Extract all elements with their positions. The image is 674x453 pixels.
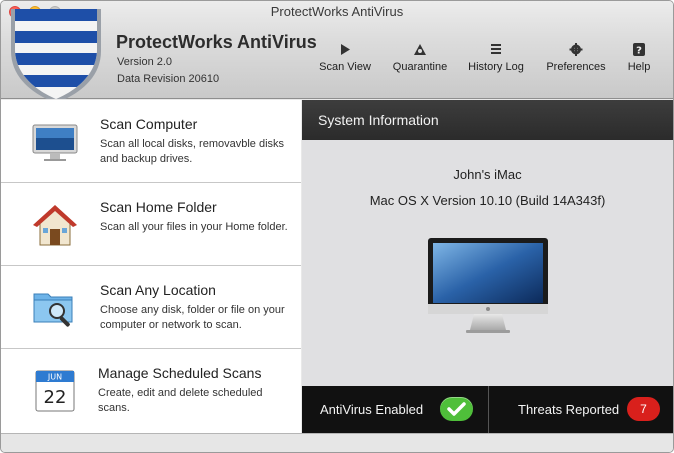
calendar-icon: JUN 22: [35, 370, 75, 412]
computer-name: John's iMac: [453, 167, 522, 182]
antivirus-status-label: AntiVirus Enabled: [320, 402, 424, 417]
task-description: Scan all local disks, removavble disks a…: [100, 138, 285, 165]
task-title: Scan Computer: [100, 116, 198, 132]
threats-reported-label[interactable]: Threats Reported: [518, 402, 619, 417]
computer-icon: [32, 124, 78, 161]
home-icon: [33, 205, 77, 246]
window-header: ProtectWorks AntiVirus ProtectWorks Anti…: [1, 1, 673, 99]
app-version: Version 2.0: [117, 56, 173, 68]
imac-icon: [428, 238, 548, 333]
scan-task-list: Scan Computer Scan all local disks, remo…: [1, 100, 301, 433]
history-log-button[interactable]: History Log: [464, 43, 528, 79]
antivirus-enabled-badge: [440, 397, 473, 421]
biohazard-icon: [414, 44, 426, 55]
app-window: ProtectWorks AntiVirus ProtectWorks Anti…: [0, 0, 674, 453]
scan-computer-item[interactable]: Scan Computer Scan all local disks, remo…: [1, 100, 301, 183]
manage-scheduled-scans-item[interactable]: JUN 22 Manage Scheduled Scans Create, ed…: [1, 349, 301, 433]
play-icon: [341, 44, 350, 55]
calendar-day: 22: [44, 387, 67, 408]
status-bar: AntiVirus Enabled Threats Reported 7: [302, 386, 673, 433]
scan-home-folder-item[interactable]: Scan Home Folder Scan all your files in …: [1, 183, 301, 266]
checkmark-icon: [447, 402, 466, 416]
threats-count-badge[interactable]: 7: [627, 397, 660, 421]
window-footer: [1, 433, 673, 452]
task-description: Scan all your files in your Home folder.: [100, 221, 288, 233]
scan-any-location-item[interactable]: Scan Any Location Choose any disk, folde…: [1, 266, 301, 349]
shield-logo-icon: [11, 9, 101, 99]
gear-icon: [569, 43, 583, 56]
preferences-button[interactable]: Preferences: [544, 43, 608, 79]
system-info-panel: System Information John's iMac Mac OS X …: [302, 100, 673, 433]
svg-text:?: ?: [636, 46, 642, 57]
task-title: Manage Scheduled Scans: [98, 365, 262, 381]
question-icon: ?: [633, 43, 645, 57]
task-title: Scan Any Location: [100, 282, 216, 298]
help-button[interactable]: ? Help: [621, 43, 657, 79]
task-description: Choose any disk, folder or file on your …: [100, 304, 285, 331]
task-title: Scan Home Folder: [100, 199, 217, 215]
os-version: Mac OS X Version 10.10 (Build 14A343f): [369, 193, 606, 208]
scan-view-button[interactable]: Scan View: [317, 43, 373, 79]
folder-search-icon: [33, 293, 73, 327]
quarantine-button[interactable]: Quarantine: [389, 43, 451, 79]
data-revision: Data Revision 20610: [117, 73, 220, 85]
calendar-month: JUN: [47, 373, 62, 382]
task-description: Create, edit and delete scheduled scans.: [98, 387, 263, 414]
status-divider: [488, 386, 489, 433]
list-icon: [491, 44, 501, 54]
app-name: ProtectWorks AntiVirus: [116, 32, 317, 52]
system-info-header: System Information: [302, 100, 673, 140]
